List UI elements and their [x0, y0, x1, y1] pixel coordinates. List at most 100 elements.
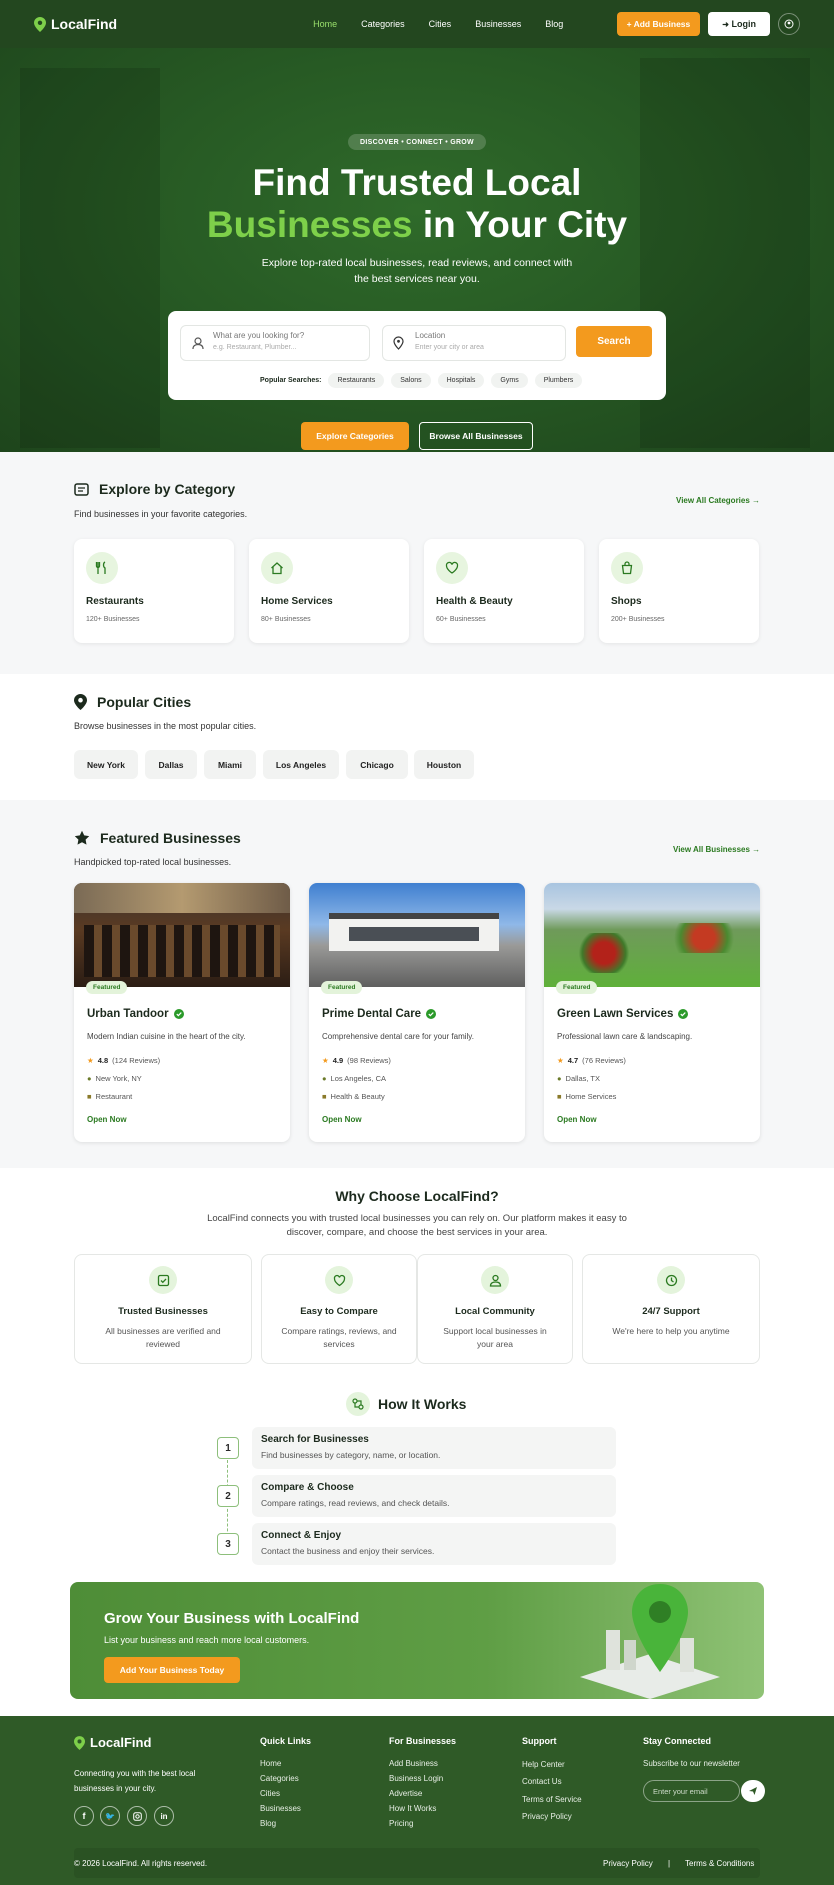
- tag-icon: ■: [557, 1092, 562, 1101]
- add-business-button[interactable]: + Add Business: [616, 12, 701, 36]
- twitter-link[interactable]: 🐦: [100, 1806, 120, 1826]
- copyright-text: © 2026 LocalFind. All rights reserved.: [74, 1859, 208, 1868]
- footer-link-business-login[interactable]: Business Login: [389, 1774, 443, 1783]
- footer-link-advertise[interactable]: Advertise: [389, 1789, 422, 1798]
- popular-chip-salons[interactable]: Salons: [391, 373, 431, 388]
- review-count: (76 Reviews): [582, 1056, 626, 1065]
- city-chip-dallas[interactable]: Dallas: [145, 750, 197, 779]
- step-title: Connect & Enjoy: [261, 1530, 342, 1541]
- newsletter-email-input[interactable]: Enter your email: [643, 1780, 740, 1802]
- home-icon: [271, 562, 283, 575]
- login-icon: ➜: [722, 20, 729, 29]
- why-icon-wrap: [325, 1266, 353, 1294]
- business-description: Modern Indian cuisine in the heart of th…: [87, 1032, 246, 1041]
- account-button[interactable]: [778, 13, 800, 35]
- business-card-green-lawn[interactable]: Featured Green Lawn Services Professiona…: [544, 883, 760, 1142]
- footer-terms-link[interactable]: Terms & Conditions: [685, 1859, 754, 1868]
- why-subtitle: LocalFind connects you with trusted loca…: [207, 1213, 627, 1238]
- view-all-categories-link[interactable]: View All Categories →: [676, 496, 760, 505]
- login-label: Login: [731, 19, 757, 29]
- search-card: What are you looking for? e.g. Restauran…: [168, 311, 666, 400]
- city-chip-new-york[interactable]: New York: [74, 750, 138, 779]
- what-search-field[interactable]: What are you looking for? e.g. Restauran…: [180, 325, 370, 361]
- stay-connected-title: Stay Connected: [643, 1736, 712, 1746]
- how-title-text: How It Works: [378, 1396, 467, 1412]
- newsletter-submit-button[interactable]: [741, 1780, 765, 1802]
- business-card-prime-dental[interactable]: Featured Prime Dental Care Comprehensive…: [309, 883, 525, 1142]
- why-card-title: Easy to Compare: [300, 1306, 378, 1317]
- category-card-shops[interactable]: Shops 200+ Businesses: [599, 539, 759, 643]
- footer-brand[interactable]: LocalFind: [74, 1735, 151, 1750]
- nav-link-categories[interactable]: Categories: [361, 19, 405, 29]
- nav-link-businesses[interactable]: Businesses: [475, 19, 521, 29]
- nav-link-cities[interactable]: Cities: [429, 19, 452, 29]
- explore-categories-button[interactable]: Explore Categories: [301, 422, 409, 450]
- nav-link-blog[interactable]: Blog: [545, 19, 563, 29]
- view-all-businesses-link[interactable]: View All Businesses →: [673, 845, 760, 854]
- instagram-link[interactable]: [127, 1806, 147, 1826]
- search-button[interactable]: Search: [576, 326, 652, 357]
- step-card-compare: Compare & Choose Compare ratings, read r…: [252, 1475, 616, 1517]
- category-card-home-services[interactable]: Home Services 80+ Businesses: [249, 539, 409, 643]
- footer-link-businesses[interactable]: Businesses: [260, 1804, 301, 1813]
- category-card-health-beauty[interactable]: Health & Beauty 60+ Businesses: [424, 539, 584, 643]
- hero-section: DISCOVER • CONNECT • GROW Find Trusted L…: [0, 48, 834, 452]
- business-card-urban-tandoor[interactable]: Featured Urban Tandoor Modern Indian cui…: [74, 883, 290, 1142]
- instagram-icon: [132, 1811, 142, 1821]
- step-card-search: Search for Businesses Find businesses by…: [252, 1427, 616, 1469]
- linkedin-link[interactable]: in: [154, 1806, 174, 1826]
- popular-chip-restaurants[interactable]: Restaurants: [328, 373, 385, 388]
- city-chip-houston[interactable]: Houston: [414, 750, 474, 779]
- footer-link-help-center[interactable]: Help Center: [522, 1760, 565, 1769]
- review-count: (124 Reviews): [112, 1056, 161, 1065]
- featured-badge: Featured: [321, 981, 363, 994]
- browse-businesses-button[interactable]: Browse All Businesses: [419, 422, 533, 450]
- footer-link-cities[interactable]: Cities: [260, 1789, 280, 1798]
- city-chip-los-angeles[interactable]: Los Angeles: [263, 750, 339, 779]
- why-card-title: 24/7 Support: [642, 1306, 700, 1317]
- footer-privacy-link[interactable]: Privacy Policy: [603, 1859, 653, 1868]
- location-field[interactable]: Location Enter your city or area: [382, 325, 566, 361]
- city-chip-chicago[interactable]: Chicago: [346, 750, 408, 779]
- category-icon-wrap: [86, 552, 118, 584]
- city-chip-miami[interactable]: Miami: [204, 750, 256, 779]
- star-icon: [74, 830, 90, 845]
- footer-bar-separator: |: [668, 1859, 671, 1868]
- footer-link-contact-us[interactable]: Contact Us: [522, 1777, 562, 1786]
- step-number: 1: [217, 1437, 239, 1459]
- nav-link-home[interactable]: Home: [313, 19, 337, 29]
- map-pin-icon: [34, 16, 46, 32]
- community-user-icon: [489, 1274, 501, 1287]
- utensils-icon: [95, 561, 106, 574]
- footer-link-blog[interactable]: Blog: [260, 1819, 276, 1828]
- footer-link-add-business[interactable]: Add Business: [389, 1759, 438, 1768]
- category-count: 60+ Businesses: [436, 616, 486, 623]
- footer-link-categories[interactable]: Categories: [260, 1774, 299, 1783]
- heart-check-icon: [333, 1274, 345, 1286]
- grow-subtitle: List your business and reach more local …: [104, 1635, 310, 1645]
- popular-chip-plumbers[interactable]: Plumbers: [534, 373, 583, 388]
- login-button[interactable]: ➜ Login: [708, 12, 770, 36]
- add-business-today-button[interactable]: Add Your Business Today: [104, 1657, 240, 1683]
- grow-title: Grow Your Business with LocalFind: [104, 1610, 360, 1627]
- footer-link-terms-of-service[interactable]: Terms of Service: [522, 1795, 582, 1804]
- city-map-pin-illustration: [580, 1584, 720, 1699]
- popular-chip-gyms[interactable]: Gyms: [491, 373, 528, 388]
- footer-bottom-bar: © 2026 LocalFind. All rights reserved. P…: [74, 1848, 760, 1878]
- heart-icon: [445, 561, 459, 574]
- rating-star-icon: ★: [87, 1056, 94, 1065]
- facebook-link[interactable]: f: [74, 1806, 94, 1826]
- brand-logo[interactable]: LocalFind: [34, 16, 117, 32]
- popular-chip-hospitals[interactable]: Hospitals: [437, 373, 485, 388]
- category-card-restaurants[interactable]: Restaurants 120+ Businesses: [74, 539, 234, 643]
- footer-link-pricing[interactable]: Pricing: [389, 1819, 413, 1828]
- footer-link-privacy-policy[interactable]: Privacy Policy: [522, 1812, 572, 1821]
- category-name: Home Services: [261, 596, 333, 607]
- verified-icon: [678, 1009, 689, 1019]
- footer-link-home[interactable]: Home: [260, 1759, 281, 1768]
- facebook-icon: f: [82, 1811, 86, 1821]
- footer-link-how-it-works[interactable]: How It Works: [389, 1804, 436, 1813]
- why-card-title: Local Community: [455, 1306, 535, 1317]
- featured-title-text: Featured Businesses: [100, 830, 241, 846]
- why-icon-wrap: [481, 1266, 509, 1294]
